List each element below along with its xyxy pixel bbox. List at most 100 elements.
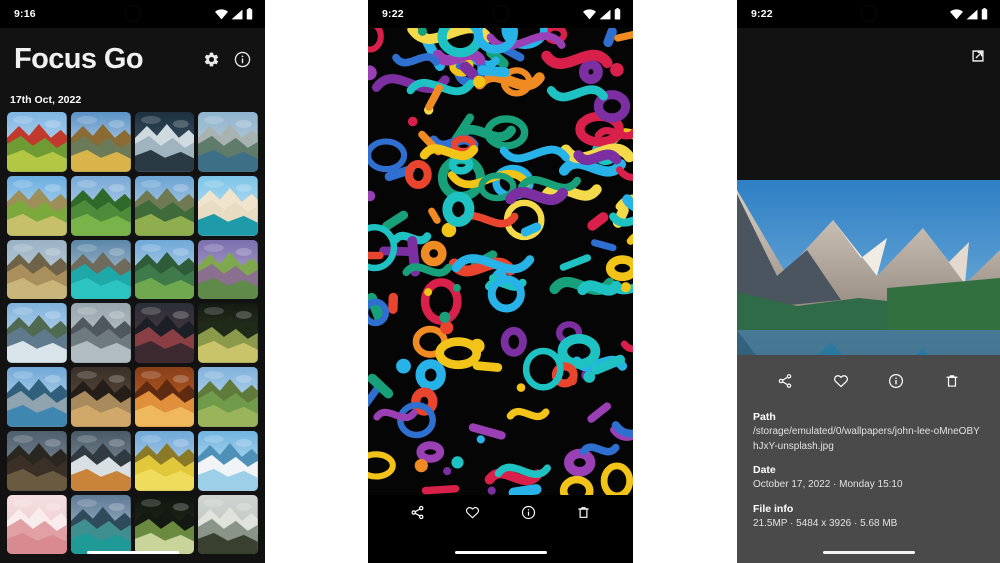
red-ridge-artwork <box>134 303 195 363</box>
mirror-lake-peaks-artwork <box>7 367 67 427</box>
yellow-rapeseed-artwork <box>134 430 195 491</box>
status-icons <box>583 8 621 20</box>
status-time: 9:22 <box>751 8 773 20</box>
purple-dusk-field-artwork <box>198 239 258 300</box>
photo-thumbnail[interactable] <box>198 430 258 491</box>
photo-thumbnail[interactable] <box>7 175 67 236</box>
photo-thumbnail[interactable] <box>7 239 67 300</box>
camera-punchhole <box>861 6 876 21</box>
snow-range-artwork <box>7 303 67 363</box>
details-toolbar <box>737 355 1000 389</box>
info-icon[interactable] <box>521 505 536 520</box>
photo-thumbnail[interactable] <box>134 175 195 236</box>
phone-3-screen: 9:22 Path /storage/emulated/0/wallpapers… <box>737 0 1000 563</box>
dark-valley-field-artwork <box>7 430 67 491</box>
photo-thumbnail[interactable] <box>198 175 258 236</box>
golden-plain-artwork <box>7 239 67 300</box>
info-icon[interactable] <box>888 373 904 389</box>
camera-punchhole <box>125 6 140 21</box>
wifi-icon <box>215 8 228 19</box>
path-label: Path <box>753 411 776 423</box>
open-in-new-icon[interactable] <box>970 48 986 69</box>
screenshot-canvas: 9:16 Focus Go 17th Oct, 2022 9:22 9:22 P… <box>0 0 1000 563</box>
header-actions <box>203 51 251 68</box>
fileinfo-value: 21.5MP · 5484 x 3926 · 5.68 MB <box>753 517 898 529</box>
wallpaper-canvas[interactable] <box>368 28 633 495</box>
page-title: Focus Go <box>14 42 144 75</box>
app-header: Focus Go <box>0 28 265 90</box>
photo-grid <box>0 112 265 555</box>
photo-thumbnail[interactable] <box>134 367 195 427</box>
turquoise-fjord-artwork <box>70 239 131 300</box>
abstract-doodle-wallpaper <box>368 28 633 495</box>
status-bar: 9:22 <box>368 0 633 28</box>
photo-thumbnail[interactable] <box>70 239 131 300</box>
photo-thumbnail[interactable] <box>7 303 67 363</box>
photo-thumbnail[interactable] <box>7 367 67 427</box>
canyon-stream-artwork <box>70 303 131 363</box>
photo-thumbnail[interactable] <box>134 112 195 172</box>
autumn-mountains-artwork <box>70 112 131 172</box>
winter-cabin-lake-artwork <box>70 430 131 491</box>
winding-river-artwork <box>134 239 195 300</box>
misty-peak-artwork <box>134 112 195 172</box>
photo-thumbnail[interactable] <box>198 112 258 172</box>
signal-icon <box>231 9 243 19</box>
photo-thumbnail[interactable] <box>134 303 195 363</box>
share-icon[interactable] <box>777 373 793 389</box>
photo-thumbnail[interactable] <box>198 239 258 300</box>
fileinfo-label: File info <box>753 502 794 515</box>
delete-icon[interactable] <box>944 373 960 389</box>
battery-icon <box>981 8 988 20</box>
share-icon[interactable] <box>410 505 425 520</box>
photo-thumbnail[interactable] <box>7 112 67 172</box>
gear-icon[interactable] <box>203 51 220 68</box>
camera-punchhole <box>493 6 508 21</box>
info-bottom-sheet: Path /storage/emulated/0/wallpapers/john… <box>737 355 1000 563</box>
phone-2-screen: 9:22 <box>368 0 633 563</box>
status-time: 9:16 <box>14 8 36 20</box>
details-top-bar <box>737 28 1000 180</box>
status-icons <box>215 8 253 20</box>
battery-icon <box>614 8 621 20</box>
photo-thumbnail[interactable] <box>70 303 131 363</box>
info-icon[interactable] <box>234 51 251 68</box>
photo-thumbnail[interactable] <box>134 430 195 491</box>
status-time: 9:22 <box>382 8 404 20</box>
battery-icon <box>246 8 253 20</box>
heart-icon[interactable] <box>465 505 480 520</box>
bright-horizon-sea-artwork <box>198 430 258 491</box>
rolling-green-hills-artwork <box>70 175 131 236</box>
home-indicator[interactable] <box>86 550 179 554</box>
delete-icon[interactable] <box>576 505 591 520</box>
phone-1-screen: 9:16 Focus Go 17th Oct, 2022 <box>0 0 265 563</box>
photo-thumbnail[interactable] <box>70 112 131 172</box>
signal-icon <box>599 9 611 19</box>
date-group-label: 17th Oct, 2022 <box>0 90 265 112</box>
home-indicator[interactable] <box>822 550 915 554</box>
photo-thumbnail[interactable] <box>70 175 131 236</box>
beach-boat-artwork <box>198 175 258 236</box>
home-indicator[interactable] <box>454 550 547 554</box>
green-pasture-artwork <box>198 367 258 427</box>
details-body: Path /storage/emulated/0/wallpapers/john… <box>737 389 1000 531</box>
autumn-birch-artwork <box>134 367 195 427</box>
forest-sunbeam-artwork <box>198 303 258 363</box>
wifi-icon <box>583 8 596 19</box>
wifi-icon <box>950 8 963 19</box>
photo-thumbnail[interactable] <box>198 303 258 363</box>
status-icons <box>950 8 988 20</box>
photo-thumbnail[interactable] <box>134 239 195 300</box>
foggy-forest-road-artwork <box>70 367 131 427</box>
photo-thumbnail[interactable] <box>7 430 67 491</box>
poppy-meadow-artwork <box>7 112 67 172</box>
photo-thumbnail[interactable] <box>198 367 258 427</box>
country-road-artwork <box>7 175 67 236</box>
valley-river-artwork <box>134 175 195 236</box>
photo-thumbnail[interactable] <box>70 367 131 427</box>
heart-icon[interactable] <box>833 373 849 389</box>
photo-thumbnail[interactable] <box>70 430 131 491</box>
status-bar: 9:22 <box>737 0 1000 28</box>
signal-icon <box>966 9 978 19</box>
date-value: October 17, 2022 · Monday 15:10 <box>753 479 903 490</box>
